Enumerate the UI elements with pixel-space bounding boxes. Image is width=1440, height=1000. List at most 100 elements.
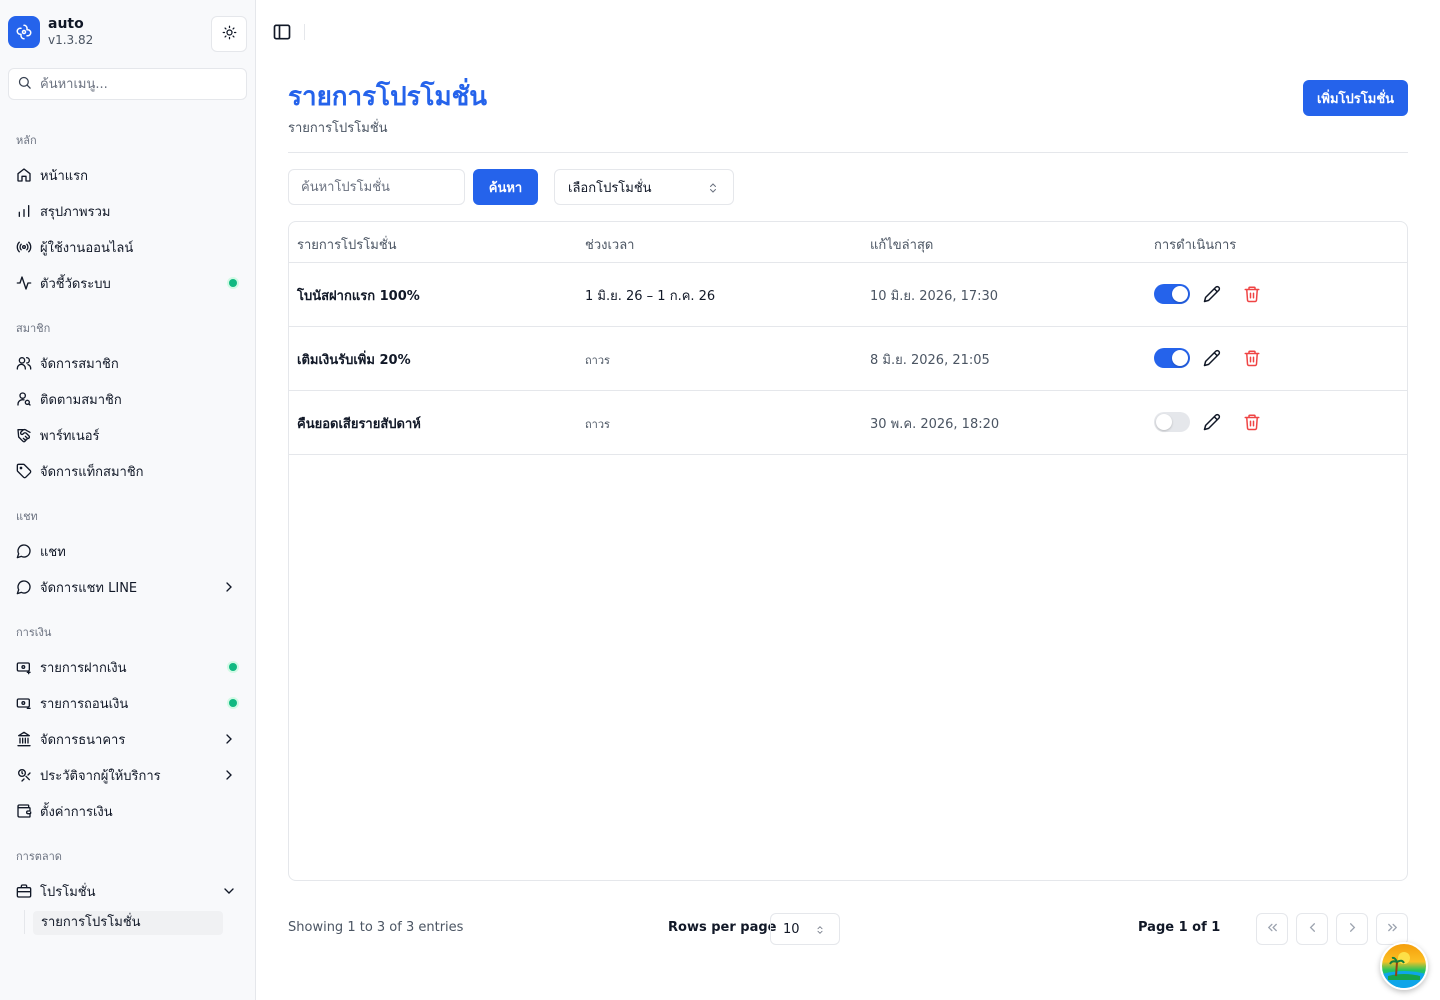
sidebar-item-manage-members[interactable]: จัดการสมาชิก [8,347,247,379]
user-search-icon [16,391,32,407]
bar-chart-icon [16,203,32,219]
sidebar-item-chat[interactable]: แชท [8,535,247,567]
pencil-icon[interactable] [1203,349,1221,367]
column-header-actions: การดำเนินการ [1154,238,1237,253]
chevrons-right-icon [1385,920,1400,939]
menu-search[interactable] [8,68,247,100]
add-promotion-button[interactable]: เพิ่มโปรโมชั่น [1303,80,1408,116]
sidebar-item-label: สรุปภาพรวม [40,204,111,220]
sidebar-subitem-promotion-list[interactable]: รายการโปรโมชั่น [33,911,223,935]
rows-per-page-select[interactable]: 10 [770,913,840,945]
chevron-right-icon [221,731,237,747]
app-logo-icon [8,16,40,48]
sidebar-item-label: ประวัติจากผู้ให้บริการ [40,768,161,784]
withdraw-icon [16,695,32,711]
pencil-icon[interactable] [1203,413,1221,431]
sidebar-item-finance-settings[interactable]: ตั้งค่าการเงิน [8,795,247,827]
promotion-updated: 8 มิ.ย. 2026, 21:05 [870,353,990,368]
sidebar-item-promotions[interactable]: โปรโมชั่น [8,875,247,907]
pencil-icon[interactable] [1203,285,1221,303]
sidebar-item-deposits[interactable]: รายการฝากเงิน [8,651,247,683]
last-page-button[interactable] [1376,913,1408,945]
rows-per-page-value: 10 [783,921,800,937]
search-icon [17,75,32,94]
sidebar-item-label: ตัวชี้วัดระบบ [40,276,111,292]
sidebar-item-system-metrics[interactable]: ตัวชี้วัดระบบ [8,267,247,299]
brand[interactable]: auto v1.3.82 [8,16,93,48]
sidebar: auto v1.3.82 หลัก หน้าแรก สรุปภาพรวม ผู้… [0,0,256,1000]
sidebar-item-label: หน้าแรก [40,168,88,184]
sidebar-item-label: พาร์ทเนอร์ [40,428,100,444]
promotion-period: ถาวร [585,418,610,431]
chevron-down-icon [221,883,237,899]
handshake-icon [16,427,32,443]
promotion-select[interactable]: เลือกโปรโมชั่น [554,169,734,205]
menu-search-input[interactable] [40,76,230,92]
page-subtitle: รายการโปรโมชั่น [288,121,388,136]
promotion-name: คืนยอดเสียรายสัปดาห์ [297,417,421,432]
promotion-select-value: เลือกโปรโมชั่น [568,180,652,196]
sidebar-item-label: จัดการแชท LINE [40,580,138,596]
trash-icon[interactable] [1243,413,1261,431]
tag-icon [16,463,32,479]
sidebar-item-online-users[interactable]: ผู้ใช้งานออนไลน์ [8,231,247,263]
page-info: Page 1 of 1 [1138,920,1221,935]
user-avatar[interactable] [1380,942,1428,990]
sidebar-item-label: ผู้ใช้งานออนไลน์ [40,240,134,256]
column-header-period: ช่วงเวลา [585,238,635,253]
sidebar-item-track-members[interactable]: ติดตามสมาชิก [8,383,247,415]
deposit-icon [16,659,32,675]
group-label-members: สมาชิก [16,322,51,335]
activity-icon [16,275,32,291]
chevron-left-icon [1305,920,1320,939]
promotion-search-input[interactable] [288,169,465,205]
sidebar-item-label: แชท [40,544,66,560]
sidebar-item-label: จัดการธนาคาร [40,732,126,748]
trash-icon[interactable] [1243,285,1261,303]
topbar-separator [304,24,305,40]
bank-icon [16,731,32,747]
sidebar-item-partners[interactable]: พาร์ทเนอร์ [8,419,247,451]
chevrons-up-down-icon [815,923,825,941]
group-label-chat: แชท [16,510,38,523]
sidebar-item-banks[interactable]: จัดการธนาคาร [8,723,247,755]
sidebar-item-label: โปรโมชั่น [40,884,96,900]
header-divider [288,152,1408,153]
chevrons-up-down-icon [707,181,719,199]
sidebar-item-label: ติดตามสมาชิก [40,392,122,408]
next-page-button[interactable] [1336,913,1368,945]
sun-icon [222,25,237,44]
group-label-finance: การเงิน [16,626,52,639]
previous-page-button[interactable] [1296,913,1328,945]
home-icon [16,167,32,183]
page-title: รายการโปรโมชั่น [288,82,488,112]
entries-info: Showing 1 to 3 of 3 entries [288,920,464,935]
radio-icon [16,239,32,255]
promotion-active-toggle[interactable] [1154,348,1190,368]
sidebar-item-provider-history[interactable]: ประวัติจากผู้ให้บริการ [8,759,247,791]
chevron-right-icon [221,767,237,783]
trash-icon[interactable] [1243,349,1261,367]
sidebar-item-overview[interactable]: สรุปภาพรวม [8,195,247,227]
sidebar-item-label: รายการถอนเงิน [40,696,129,712]
table-header: รายการโปรโมชั่น ช่วงเวลา แก้ไขล่าสุด การ… [289,222,1407,263]
chat-bubble-icon [16,579,32,595]
table-row: คืนยอดเสียรายสัปดาห์ ถาวร 30 พ.ค. 2026, … [289,391,1407,455]
sidebar-item-home[interactable]: หน้าแรก [8,159,247,191]
promotion-active-toggle[interactable] [1154,284,1190,304]
theme-toggle-button[interactable] [211,16,247,52]
promotion-updated: 10 มิ.ย. 2026, 17:30 [870,289,999,304]
first-page-button[interactable] [1256,913,1288,945]
sidebar-item-member-tags[interactable]: จัดการแท็กสมาชิก [8,455,247,487]
chevron-right-icon [221,579,237,595]
promotion-period: ถาวร [585,354,610,367]
promotion-active-toggle[interactable] [1154,412,1190,432]
table-row: โบนัสฝากแรก 100% 1 มิ.ย. 26 – 1 ก.ค. 26 … [289,263,1407,327]
sidebar-item-line-chat[interactable]: จัดการแชท LINE [8,571,247,603]
status-dot [229,279,237,287]
sidebar-toggle-button[interactable] [272,22,292,42]
search-button[interactable]: ค้นหา [473,169,538,205]
promotions-table: รายการโปรโมชั่น ช่วงเวลา แก้ไขล่าสุด การ… [288,221,1408,881]
sidebar-item-withdrawals[interactable]: รายการถอนเงิน [8,687,247,719]
group-label-marketing: การตลาด [16,850,62,863]
